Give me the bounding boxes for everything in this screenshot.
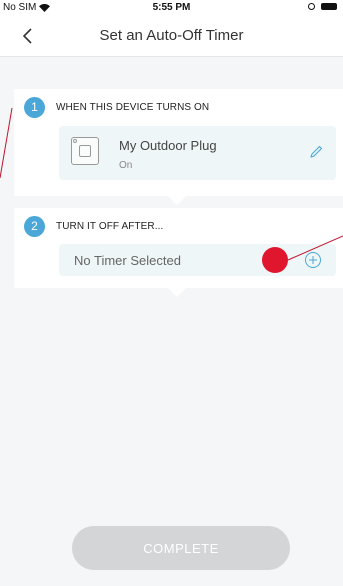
status-right <box>308 3 337 10</box>
step-2-header: 2 TURN IT OFF AFTER... <box>24 216 163 237</box>
add-circle-icon[interactable] <box>304 251 322 269</box>
device-name: My Outdoor Plug <box>119 138 217 153</box>
alarm-icon <box>308 3 315 10</box>
step-1-header: 1 WHEN THIS DEVICE TURNS ON <box>24 97 209 118</box>
device-state: On <box>119 160 133 171</box>
step-2-connector-arrow <box>168 288 186 297</box>
smart-plug-icon <box>71 137 99 165</box>
status-time: 5:55 PM <box>152 2 191 13</box>
step-2-number: 2 <box>24 216 45 237</box>
page-title: Set an Auto-Off Timer <box>99 27 244 44</box>
step-1-section: 1 WHEN THIS DEVICE TURNS ON My Outdoor P… <box>14 89 343 196</box>
device-card[interactable]: My Outdoor Plug On <box>59 126 336 180</box>
complete-button[interactable]: COMPLETE <box>72 526 290 570</box>
pencil-edit-icon[interactable] <box>308 144 324 160</box>
battery-icon <box>321 3 337 10</box>
nav-bar: Set an Auto-Off Timer <box>0 16 343 57</box>
timer-label: No Timer Selected <box>74 253 181 268</box>
status-bar: No SIM 5:55 PM <box>0 0 343 16</box>
step-1-title: WHEN THIS DEVICE TURNS ON <box>56 102 210 113</box>
step-2-title: TURN IT OFF AFTER... <box>56 221 164 232</box>
step-1-number: 1 <box>24 97 45 118</box>
step-1-connector-arrow <box>168 196 186 205</box>
step-2-section: 2 TURN IT OFF AFTER... No Timer Selected <box>14 208 343 288</box>
timer-selector[interactable]: No Timer Selected <box>59 244 336 276</box>
tap-indicator-marker <box>262 247 288 273</box>
